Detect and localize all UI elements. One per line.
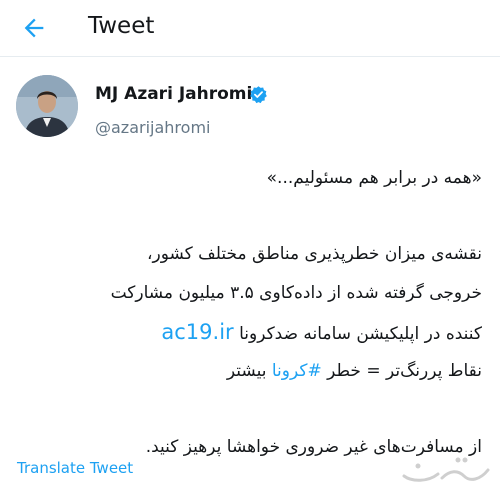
verified-badge-icon: [250, 86, 267, 104]
top-bar: Tweet: [0, 0, 500, 57]
tweet-line: کننده در اپلیکیشن سامانه ضدکرونا ac19.ir: [14, 313, 482, 352]
page-title: Tweet: [88, 13, 155, 39]
tweet-card: MJ Azari Jahromi @azarijahromi «همه در ب…: [0, 57, 500, 494]
avatar[interactable]: [16, 75, 78, 137]
tweet-text-segment: بیشتر: [226, 361, 272, 381]
avatar-image: [16, 75, 78, 137]
tweet-line: نقاط پررنگ‌تر = خطر #کرونا بیشتر: [14, 352, 482, 391]
tweet-line: نقشه‌ی میزان خطرپذیری مناطق مختلف کشور،: [147, 244, 482, 264]
hashtag-link[interactable]: #کرونا: [272, 361, 322, 381]
display-name[interactable]: MJ Azari Jahromi: [95, 84, 252, 104]
tweet-line: خروجی گرفته شده از داده‌کاوی ۳.۵ میلیون …: [110, 283, 482, 303]
tweet-text-segment: نقاط پررنگ‌تر = خطر: [321, 361, 482, 381]
tweet-text-segment: کننده در اپلیکیشن سامانه ضدکرونا: [233, 324, 482, 344]
watermark-logo-icon: [402, 457, 490, 482]
website-link[interactable]: ac19.ir: [161, 320, 233, 344]
tweet-text: «همه در برابر هم مسئولیم...» نقشه‌ی میزا…: [14, 159, 482, 467]
tweet-line: «همه در برابر هم مسئولیم...»: [266, 168, 482, 188]
translate-tweet-link[interactable]: Translate Tweet: [17, 459, 133, 477]
handle[interactable]: @azarijahromi: [95, 118, 210, 137]
arrow-left-icon[interactable]: [20, 14, 48, 42]
